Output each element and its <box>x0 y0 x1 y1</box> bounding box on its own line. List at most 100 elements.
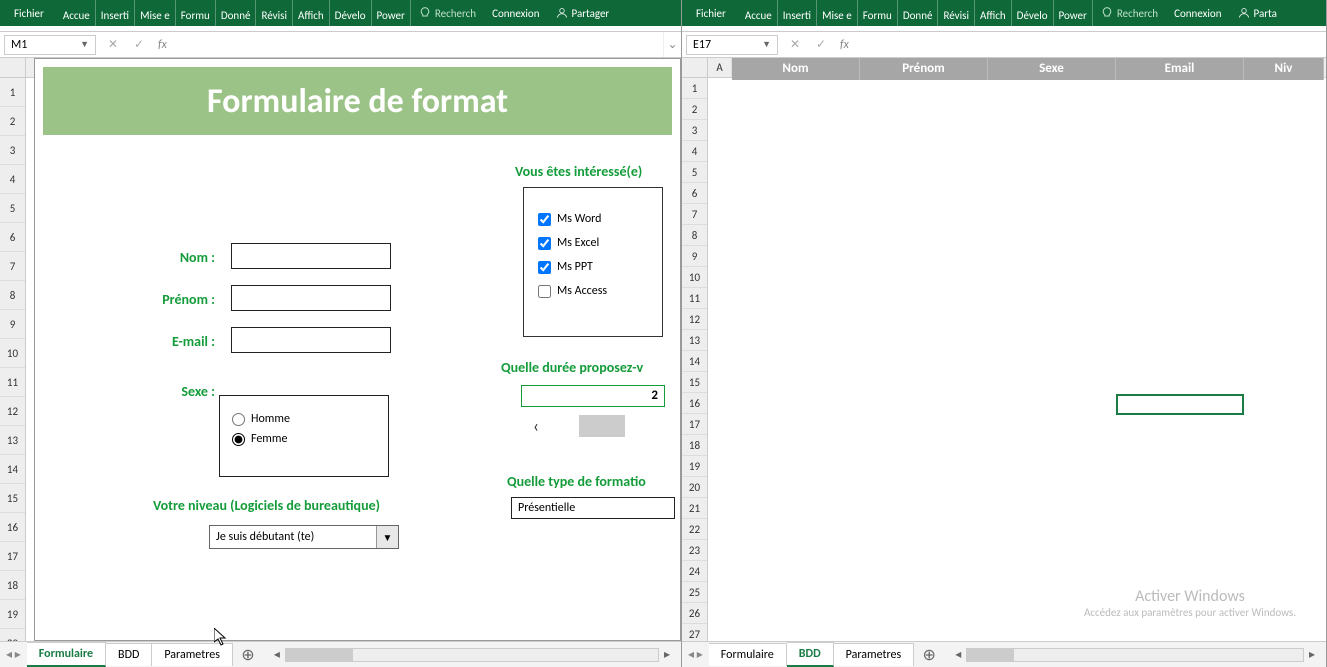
row-header[interactable]: 1 <box>682 78 707 99</box>
scroll-left-icon[interactable]: ◂ <box>950 647 966 662</box>
row-header[interactable]: 26 <box>682 603 707 624</box>
sheet-tab-formulaire[interactable]: Formulaire <box>709 643 787 666</box>
combo-niveau[interactable]: Je suis débutant (te) ▼ <box>209 525 399 549</box>
row-header[interactable]: 24 <box>682 561 707 582</box>
row-header[interactable]: 20 <box>0 629 25 641</box>
fx-icon[interactable]: fx <box>152 38 173 52</box>
tab-nav-arrows[interactable]: ◂ ▸ <box>682 647 709 662</box>
sign-in[interactable]: Connexion <box>1166 0 1229 26</box>
row-header[interactable]: 11 <box>682 288 707 309</box>
sheet-tab-parametres[interactable]: Parametres <box>834 643 915 666</box>
tab-layout[interactable]: Mise e <box>817 0 858 26</box>
chk-access[interactable]: Ms Access <box>538 284 648 298</box>
tab-nav-arrows[interactable]: ◂ ▸ <box>0 647 27 662</box>
tab-formulas[interactable]: Formu <box>858 0 898 26</box>
radio-homme[interactable]: Homme <box>232 412 376 426</box>
combo-type[interactable]: Présentielle <box>511 497 675 519</box>
row-header[interactable]: 7 <box>0 252 25 281</box>
row-header[interactable]: 20 <box>682 477 707 498</box>
input-email[interactable] <box>231 327 391 353</box>
select-all-corner[interactable] <box>0 58 25 78</box>
row-header[interactable]: 18 <box>682 435 707 456</box>
row-header[interactable]: 10 <box>0 339 25 368</box>
row-header[interactable]: 1 <box>0 78 25 107</box>
tab-insert[interactable]: Inserti <box>96 0 135 26</box>
tell-me[interactable]: Recherch <box>1093 0 1166 26</box>
tab-insert[interactable]: Inserti <box>778 0 817 26</box>
row-header[interactable]: 9 <box>682 246 707 267</box>
chk-excel[interactable]: Ms Excel <box>538 236 648 250</box>
row-header[interactable]: 15 <box>682 372 707 393</box>
expand-formula-icon[interactable]: ⌄ <box>663 32 681 57</box>
sheet-tab-bdd[interactable]: BDD <box>787 642 834 667</box>
tab-home[interactable]: Accue <box>58 0 96 26</box>
sheet-tab-parametres[interactable]: Parametres <box>152 643 233 666</box>
col-niv[interactable]: Niv <box>1244 58 1324 80</box>
row-header[interactable]: 5 <box>0 194 25 223</box>
fx-icon[interactable]: fx <box>834 38 855 52</box>
row-header[interactable]: 18 <box>0 571 25 600</box>
input-prenom[interactable] <box>231 285 391 311</box>
name-box[interactable]: E17▼ <box>686 35 778 55</box>
col-prenom[interactable]: Prénom <box>860 58 988 80</box>
tab-data[interactable]: Donné <box>898 0 939 26</box>
row-header[interactable]: 22 <box>682 519 707 540</box>
spinner-handle[interactable] <box>579 415 625 437</box>
tab-power[interactable]: Power <box>372 0 411 26</box>
hscroll-track[interactable] <box>966 648 1304 662</box>
add-sheet-icon[interactable]: ⊕ <box>914 645 944 665</box>
row-header[interactable]: 2 <box>682 99 707 120</box>
row-header[interactable]: 14 <box>682 351 707 372</box>
row-header[interactable]: 12 <box>0 397 25 426</box>
col-sexe[interactable]: Sexe <box>988 58 1116 80</box>
row-header[interactable]: 6 <box>0 223 25 252</box>
sign-in[interactable]: Connexion <box>484 0 547 26</box>
scroll-right-icon[interactable]: ▸ <box>659 647 675 662</box>
row-header[interactable]: 13 <box>682 330 707 351</box>
row-header[interactable]: 23 <box>682 540 707 561</box>
row-header[interactable]: 6 <box>682 183 707 204</box>
active-cell[interactable] <box>1116 394 1244 415</box>
accept-formula-icon[interactable]: ✓ <box>126 37 152 52</box>
row-header[interactable]: 16 <box>682 393 707 414</box>
chk-ppt[interactable]: Ms PPT <box>538 260 648 274</box>
row-header[interactable]: 16 <box>0 513 25 542</box>
row-header[interactable]: 11 <box>0 368 25 397</box>
row-header[interactable]: 15 <box>0 484 25 513</box>
row-header[interactable]: 17 <box>0 542 25 571</box>
tab-developer[interactable]: Dévelo <box>330 0 372 26</box>
sheet-tab-bdd[interactable]: BDD <box>106 643 152 666</box>
row-header[interactable]: 8 <box>682 225 707 246</box>
tab-layout[interactable]: Mise e <box>135 0 176 26</box>
chk-word[interactable]: Ms Word <box>538 212 648 226</box>
tab-power[interactable]: Power <box>1054 0 1093 26</box>
cancel-formula-icon[interactable]: ✕ <box>100 37 126 52</box>
row-header[interactable]: 21 <box>682 498 707 519</box>
col-header[interactable]: A <box>708 58 732 77</box>
cancel-formula-icon[interactable]: ✕ <box>782 37 808 52</box>
row-header[interactable]: 7 <box>682 204 707 225</box>
col-email[interactable]: Email <box>1116 58 1244 80</box>
input-duration[interactable]: 2 <box>521 385 665 407</box>
row-header[interactable]: 8 <box>0 281 25 310</box>
tab-data[interactable]: Donné <box>216 0 257 26</box>
share-button[interactable]: Partager <box>548 0 618 26</box>
row-header[interactable]: 4 <box>0 165 25 194</box>
tab-file[interactable]: Fichier <box>0 0 58 26</box>
tell-me[interactable]: Recherch <box>411 0 484 26</box>
tab-review[interactable]: Révisi <box>256 0 293 26</box>
row-header[interactable]: 17 <box>682 414 707 435</box>
input-nom[interactable] <box>231 243 391 269</box>
tab-view[interactable]: Affich <box>293 0 330 26</box>
tab-view[interactable]: Affich <box>975 0 1012 26</box>
row-header[interactable]: 19 <box>682 456 707 477</box>
row-header[interactable]: 9 <box>0 310 25 339</box>
name-box[interactable]: M1▼ <box>4 35 96 55</box>
row-header[interactable]: 14 <box>0 455 25 484</box>
tab-review[interactable]: Révisi <box>938 0 975 26</box>
row-header[interactable]: 5 <box>682 162 707 183</box>
scroll-right-icon[interactable]: ▸ <box>1304 647 1320 662</box>
radio-femme[interactable]: Femme <box>232 432 376 446</box>
share-button[interactable]: Parta <box>1230 0 1285 26</box>
row-header[interactable]: 12 <box>682 309 707 330</box>
